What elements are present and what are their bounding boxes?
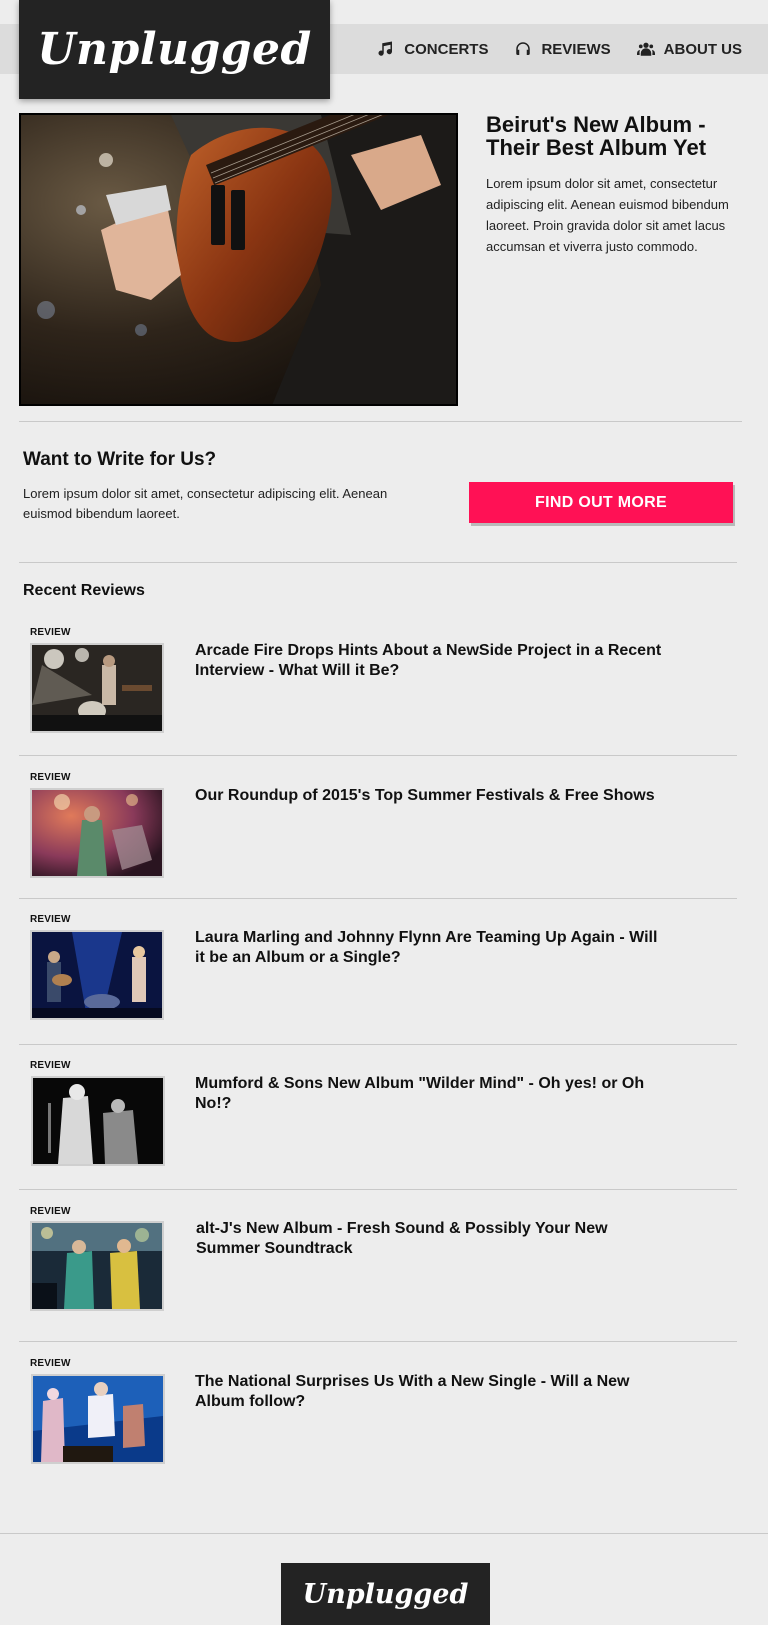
- footer-logo[interactable]: Unplugged: [281, 1563, 490, 1625]
- review-thumbnail[interactable]: [30, 643, 164, 733]
- altj-concert-photo: [32, 1223, 162, 1309]
- divider: [19, 1044, 737, 1045]
- find-out-more-button[interactable]: FIND OUT MORE: [469, 482, 733, 523]
- review-title[interactable]: The National Surprises Us With a New Sin…: [195, 1372, 665, 1412]
- cta-body: Lorem ipsum dolor sit amet, consectetur …: [23, 486, 388, 521]
- review-thumbnail[interactable]: [31, 1374, 165, 1464]
- review-tag: REVIEW: [30, 914, 71, 925]
- review-title[interactable]: alt-J's New Album - Fresh Sound & Possib…: [196, 1219, 666, 1259]
- duo-concert-photo: [32, 932, 162, 1018]
- concert-photo: [32, 645, 162, 731]
- divider: [19, 755, 737, 756]
- review-title[interactable]: Mumford & Sons New Album "Wilder Mind" -…: [195, 1074, 665, 1114]
- main-nav: CONCERTS REVIEWS ABOUT US: [377, 24, 742, 74]
- nav-label-about-us: ABOUT US: [663, 40, 742, 58]
- hero-title[interactable]: Beirut's New Album - Their Best Album Ye…: [486, 113, 756, 159]
- divider: [19, 1189, 737, 1190]
- nav-item-about-us[interactable]: ABOUT US: [636, 40, 742, 58]
- nav-label-reviews: REVIEWS: [541, 40, 611, 58]
- guitarist-photo: [21, 115, 456, 404]
- review-title[interactable]: Arcade Fire Drops Hints About a NewSide …: [195, 641, 665, 681]
- users-icon: [636, 42, 655, 56]
- review-tag: REVIEW: [30, 1358, 71, 1369]
- review-thumbnail[interactable]: [30, 930, 164, 1020]
- hero-body: Lorem ipsum dolor sit amet, consectetur …: [486, 176, 729, 254]
- divider: [19, 898, 737, 899]
- nav-label-concerts: CONCERTS: [404, 40, 489, 58]
- music-note-icon: [378, 41, 393, 56]
- hero-image[interactable]: [19, 113, 458, 406]
- review-title[interactable]: Our Roundup of 2015's Top Summer Festiva…: [195, 786, 665, 806]
- review-title[interactable]: Laura Marling and Johnny Flynn Are Teami…: [195, 928, 665, 968]
- review-tag: REVIEW: [30, 627, 71, 638]
- divider: [19, 1341, 737, 1342]
- band-bw-photo: [33, 1078, 163, 1164]
- review-thumbnail[interactable]: [31, 1076, 165, 1166]
- footer-divider: [0, 1533, 768, 1534]
- footer-logo-text: Unplugged: [302, 1578, 469, 1610]
- divider: [19, 562, 737, 563]
- review-thumbnail[interactable]: [30, 1221, 164, 1311]
- the-national-photo: [33, 1376, 163, 1462]
- review-tag: REVIEW: [30, 1060, 71, 1071]
- review-tag: REVIEW: [30, 1206, 71, 1217]
- nav-item-reviews[interactable]: REVIEWS: [514, 40, 611, 58]
- recent-reviews-heading: Recent Reviews: [23, 582, 145, 599]
- headphones-icon: [516, 42, 531, 55]
- review-tag: REVIEW: [30, 772, 71, 783]
- divider: [19, 421, 742, 422]
- nav-item-concerts[interactable]: CONCERTS: [377, 40, 488, 58]
- site-logo[interactable]: Unplugged: [19, 0, 330, 99]
- review-thumbnail[interactable]: [30, 788, 164, 878]
- cta-title: Want to Write for Us?: [23, 449, 217, 470]
- festival-photo: [32, 790, 162, 876]
- logo-text: Unplugged: [37, 24, 312, 75]
